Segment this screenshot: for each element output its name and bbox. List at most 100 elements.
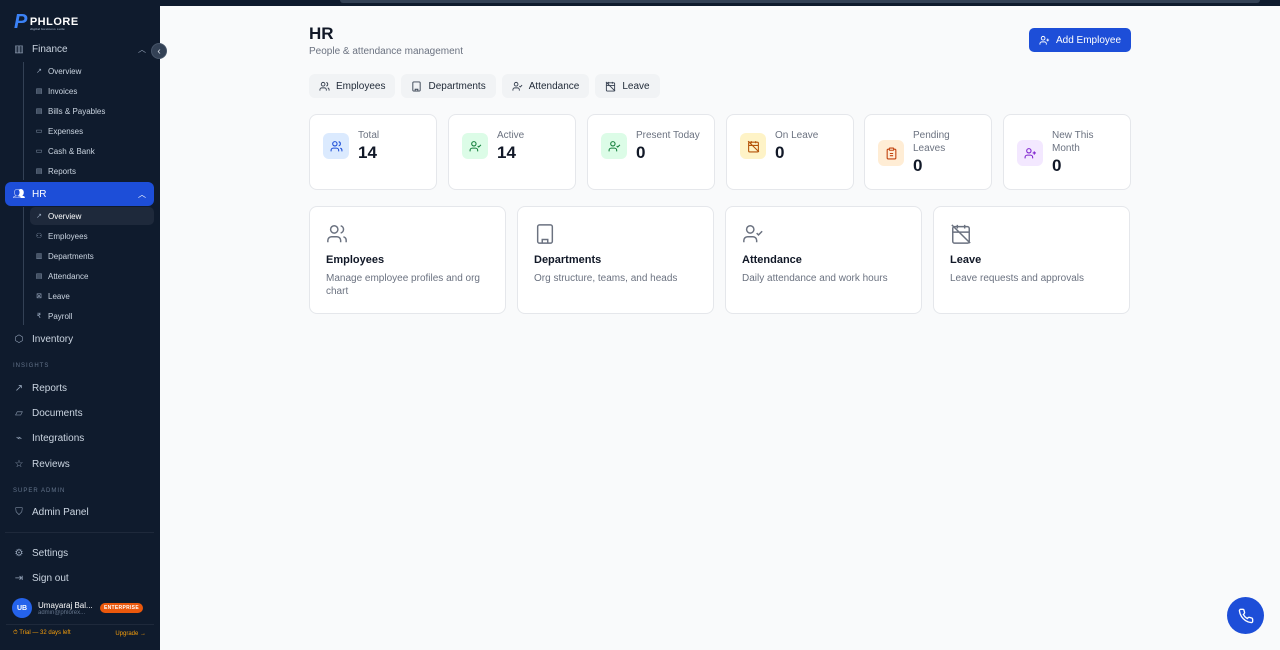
users-icon: 👥︎ [12, 188, 26, 200]
sidebar-item-reports[interactable]: ↗ Reports [5, 376, 154, 400]
stat-value: 14 [358, 143, 377, 162]
subitem-label: Leave [48, 291, 70, 301]
sidebar-item-finance[interactable]: ▥ Finance ︿ [5, 37, 154, 61]
user-check-icon [601, 133, 627, 159]
brand-logo[interactable]: P PHLORE digital business suite [14, 12, 79, 32]
card-description: Daily attendance and work hours [742, 273, 888, 284]
upgrade-link[interactable]: Upgrade → [115, 631, 146, 637]
building-icon [536, 224, 554, 244]
phone-icon [1238, 608, 1253, 623]
add-employee-label: Add Employee [1055, 34, 1122, 46]
chevron-up-icon: ︿ [138, 189, 146, 199]
module-card-leave[interactable]: Leave Leave requests and approvals [933, 206, 1130, 314]
chevron-up-icon: ︿ [138, 44, 146, 54]
sidebar-subitem-bills[interactable]: ▤ Bills & Payables [30, 102, 154, 120]
stat-card-new-this-month: New This Month 0 [1003, 114, 1131, 190]
tab-label: Attendance [528, 80, 580, 92]
section-label-insights: INSIGHTS [13, 363, 50, 369]
sidebar-item-label: Documents [32, 407, 83, 419]
subitem-label: Attendance [48, 271, 89, 281]
sidebar-subitem-finance-overview[interactable]: ↗ Overview [30, 62, 154, 80]
sidebar-subitem-expenses[interactable]: ▭ Expenses [30, 122, 154, 140]
module-card-departments[interactable]: Departments Org structure, teams, and he… [517, 206, 714, 314]
hr-tabs: Employees Departments Attendance Leave [309, 74, 660, 98]
users-icon [319, 81, 330, 91]
top-bar [160, 0, 1280, 6]
user-check-icon [462, 133, 488, 159]
tab-label: Leave [622, 80, 650, 92]
sidebar-item-admin-panel[interactable]: ⛉ Admin Panel [5, 500, 154, 524]
tab-label: Departments [428, 80, 486, 92]
calendar-off-icon: ⊠ [36, 293, 42, 300]
module-card-attendance[interactable]: Attendance Daily attendance and work hou… [725, 206, 922, 314]
sidebar-item-settings[interactable]: ⚙ Settings [5, 541, 154, 565]
sidebar-subitem-attendance[interactable]: ▤ Attendance [30, 267, 154, 285]
sidebar-item-hr[interactable]: 👥︎ HR ︿ [5, 182, 154, 206]
call-support-button[interactable] [1227, 597, 1264, 634]
building-icon: ▥ [35, 253, 43, 260]
sidebar-item-inventory[interactable]: ⬡ Inventory [5, 327, 154, 351]
submenu-line [23, 62, 24, 180]
tab-leave[interactable]: Leave [595, 74, 660, 98]
subitem-label: Reports [48, 166, 77, 176]
sidebar-item-label: Reviews [32, 458, 70, 470]
sidebar-subitem-payroll[interactable]: ₹ Payroll [30, 307, 154, 325]
stat-card-present-today: Present Today 0 [587, 114, 715, 190]
calendar-off-icon [605, 81, 616, 92]
users-icon [323, 133, 349, 159]
subitem-label: Employees [48, 231, 88, 241]
collapse-sidebar-button[interactable]: ‹ [151, 43, 167, 59]
divider [5, 532, 154, 533]
sidebar-subitem-finance-reports[interactable]: ▤ Reports [30, 162, 154, 180]
sidebar-subitem-invoices[interactable]: ▤ Invoices [30, 82, 154, 100]
sidebar-item-label: Admin Panel [32, 506, 89, 518]
trial-banner: ⏱ Trial — 32 days left Upgrade → [6, 624, 154, 642]
folder-icon: ▱ [15, 407, 23, 419]
sidebar-subitem-cash-bank[interactable]: ▭ Cash & Bank [30, 142, 154, 160]
card-icon: ▭ [35, 128, 43, 135]
sidebar-subitem-leave[interactable]: ⊠ Leave [30, 287, 154, 305]
subitem-label: Overview [48, 211, 82, 221]
subitem-label: Bills & Payables [48, 106, 106, 116]
subitem-label: Invoices [48, 86, 78, 96]
sidebar-item-sign-out[interactable]: ⇥ Sign out [5, 566, 154, 590]
user-card[interactable]: UB Umayaraj Bal... admin@phlorex... ENTE… [6, 593, 154, 623]
user-check-icon [743, 225, 763, 243]
user-plus-icon [1017, 140, 1043, 166]
subitem-label: Cash & Bank [48, 146, 95, 156]
gear-icon: ⚙ [14, 547, 24, 559]
card-title: Leave [950, 254, 982, 266]
user-name: Umayaraj Bal... [38, 600, 93, 610]
sidebar-item-integrations[interactable]: ⌁ Integrations [5, 426, 154, 450]
stat-card-on-leave: On Leave 0 [726, 114, 854, 190]
brand-tagline: digital business suite [30, 27, 65, 31]
subitem-label: Expenses [48, 126, 84, 136]
file-icon: ▤ [35, 88, 43, 95]
sidebar-item-label: HR [32, 188, 47, 200]
tab-employees[interactable]: Employees [309, 74, 396, 98]
sidebar-subitem-departments[interactable]: ▥ Departments [30, 247, 154, 265]
sidebar-item-label: Sign out [32, 572, 69, 584]
trial-text: ⏱ Trial — 32 days left [13, 630, 71, 636]
stat-label: On Leave [775, 130, 819, 141]
card-title: Employees [326, 254, 385, 266]
stat-value: 0 [636, 143, 646, 162]
subitem-label: Departments [48, 251, 94, 261]
chevron-left-icon: ‹ [157, 45, 161, 57]
module-card-employees[interactable]: Employees Manage employee profiles and o… [309, 206, 506, 314]
stat-label: Present Today [636, 130, 700, 141]
logout-icon: ⇥ [14, 572, 24, 584]
add-employee-button[interactable]: Add Employee [1029, 28, 1131, 52]
tab-attendance[interactable]: Attendance [501, 74, 590, 98]
star-icon: ☆ [14, 458, 24, 470]
page-title: HR [309, 24, 334, 43]
sidebar-subitem-hr-overview[interactable]: ↗ Overview [30, 207, 154, 225]
stat-label: Total [358, 130, 380, 141]
sidebar-item-reviews[interactable]: ☆ Reviews [5, 452, 154, 476]
sidebar-subitem-employees[interactable]: ⚇ Employees [30, 227, 154, 245]
tab-departments[interactable]: Departments [401, 74, 496, 98]
stat-value: 14 [497, 143, 516, 162]
stat-label: Pending Leaves [913, 130, 950, 154]
sidebar-item-documents[interactable]: ▱ Documents [5, 401, 154, 425]
avatar: UB [12, 598, 32, 618]
